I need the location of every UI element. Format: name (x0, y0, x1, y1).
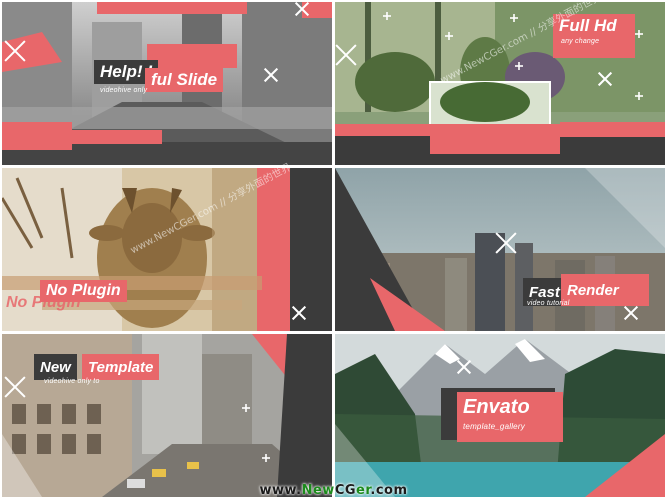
preview-panel-2[interactable]: Full Hd any change (335, 2, 665, 165)
title-part2: ful Slide (145, 68, 224, 92)
preview-panel-6[interactable]: Envato template_gallery (335, 334, 665, 497)
video-preview-grid: Help! I ful Slide videohive only Full Hd… (0, 0, 667, 500)
plus-icon (515, 62, 523, 70)
close-x-icon (598, 72, 612, 86)
close-x-icon (264, 68, 278, 82)
ghost-title: No Plugin (6, 294, 81, 311)
title-part2: Template (82, 354, 160, 380)
title-part2: Render (561, 274, 649, 306)
plus-icon (635, 92, 643, 100)
title-part1: New (34, 354, 77, 380)
plus-icon (635, 30, 643, 38)
title: Envato (457, 392, 563, 442)
plus-icon (445, 32, 453, 40)
subtitle: template_gallery (463, 422, 525, 431)
close-x-icon (335, 44, 357, 66)
site-watermark: www.NewCGer.com (259, 483, 408, 498)
close-x-icon (457, 360, 471, 374)
plus-icon (383, 12, 391, 20)
plus-icon (510, 14, 518, 22)
plus-icon (262, 454, 270, 462)
plus-icon (242, 404, 250, 412)
preview-panel-1[interactable]: Help! I ful Slide videohive only (2, 2, 332, 165)
close-x-icon (292, 306, 306, 320)
subtitle: video tutorial (527, 300, 570, 307)
subtitle: videohive only to (44, 378, 100, 385)
close-x-icon (4, 376, 26, 398)
close-x-icon (624, 306, 638, 320)
close-x-icon (4, 40, 26, 62)
subtitle: any change (561, 38, 600, 45)
preview-panel-4[interactable]: Fast Render video tutorial (335, 168, 665, 331)
coral-bar (147, 44, 237, 68)
close-x-icon (295, 2, 309, 16)
preview-panel-3[interactable]: No Plugin No Plugin (2, 168, 332, 331)
preview-panel-5[interactable]: New Template videohive only to (2, 334, 332, 497)
subtitle: videohive only (100, 87, 148, 94)
close-x-icon (495, 232, 517, 254)
